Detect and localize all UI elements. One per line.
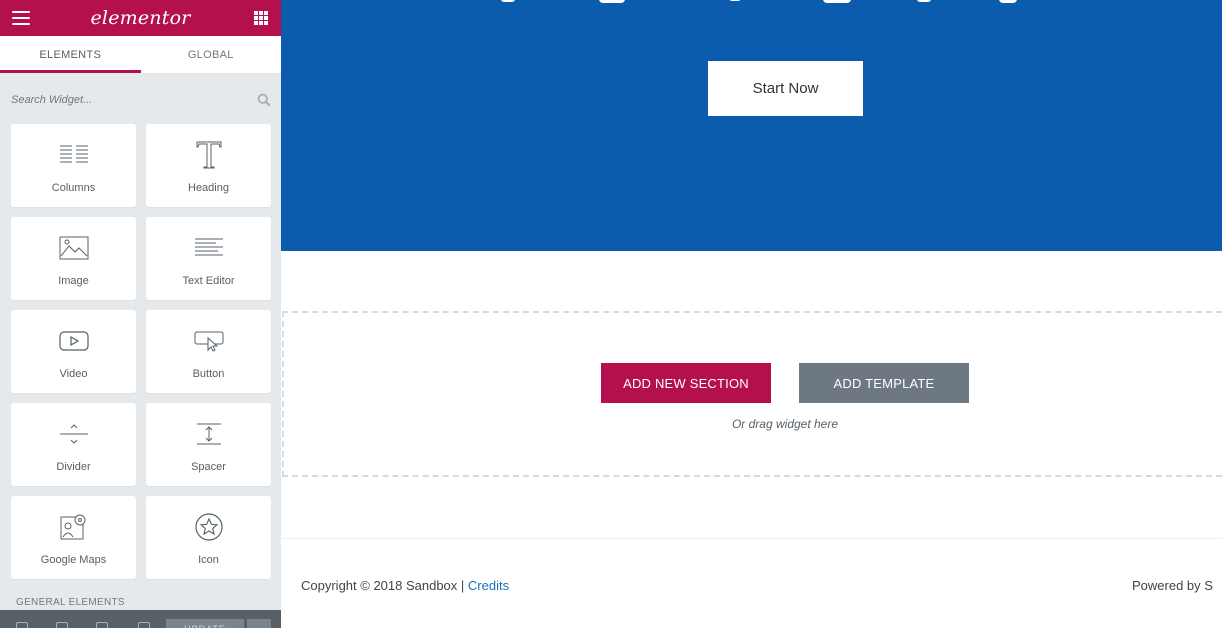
star-icon	[194, 513, 223, 541]
start-now-button[interactable]: Start Now	[708, 61, 863, 116]
copyright-text: Copyright © 2018 Sandbox |	[301, 578, 468, 593]
editor-root: elementor ELEMENTS GLOBAL Search Widget.…	[0, 0, 1222, 628]
panel-header: elementor	[0, 0, 281, 36]
widget-spacer[interactable]: Spacer	[146, 403, 271, 486]
widget-button[interactable]: Button	[146, 310, 271, 393]
columns-icon	[59, 145, 88, 163]
update-button[interactable]: UPDATE	[166, 619, 244, 628]
widget-label: Divider	[56, 461, 91, 473]
drag-widget-hint: Or drag widget here	[731, 417, 839, 431]
text-editor-icon	[194, 238, 223, 256]
category-title: GENERAL ELEMENTS	[16, 597, 125, 608]
widget-icon[interactable]: Icon	[146, 496, 271, 579]
widgets-grid-icon[interactable]	[254, 11, 268, 25]
elementor-panel: elementor ELEMENTS GLOBAL Search Widget.…	[0, 0, 281, 628]
widget-label: Columns	[51, 182, 96, 194]
widget-image[interactable]: Image	[11, 217, 136, 300]
footer-divider	[281, 538, 1222, 539]
navigator-icon[interactable]	[56, 622, 68, 628]
elementor-logo: elementor	[90, 7, 191, 29]
divider-icon	[59, 424, 88, 444]
widget-google-maps[interactable]: Google Maps	[11, 496, 136, 579]
widget-label: Video	[59, 368, 88, 380]
widget-label: Button	[192, 368, 225, 380]
widget-video[interactable]: Video	[11, 310, 136, 393]
search-input[interactable]	[10, 87, 271, 113]
footer-copyright: Copyright © 2018 Sandbox | Credits	[301, 578, 509, 593]
widget-heading[interactable]: Heading	[146, 124, 271, 207]
footer-powered-by: Powered by S	[1132, 578, 1213, 593]
cropped-heading-text	[501, 0, 1017, 3]
search-icon[interactable]	[257, 93, 271, 107]
menu-icon[interactable]	[12, 11, 30, 25]
widget-label: Heading	[188, 182, 229, 194]
add-template-button[interactable]: ADD TEMPLATE	[799, 363, 969, 403]
widget-columns[interactable]: Columns	[11, 124, 136, 207]
history-icon[interactable]	[96, 622, 108, 628]
google-maps-icon	[60, 514, 85, 540]
video-icon	[58, 331, 89, 351]
widget-text-editor[interactable]: Text Editor	[146, 217, 271, 300]
widget-label: Google Maps	[40, 554, 107, 566]
widget-grid: Columns Heading Image Text Editor Video …	[11, 124, 271, 579]
preview-icon[interactable]	[138, 622, 150, 628]
panel-tabs: ELEMENTS GLOBAL	[0, 36, 281, 73]
widget-label: Image	[58, 275, 89, 287]
tab-elements[interactable]: ELEMENTS	[0, 36, 141, 73]
panel-footer: UPDATE	[0, 610, 281, 628]
add-new-section-button[interactable]: ADD NEW SECTION	[601, 363, 771, 403]
save-options-button[interactable]	[247, 619, 271, 628]
widget-label: Icon	[198, 554, 219, 566]
credits-link[interactable]: Credits	[468, 578, 509, 593]
button-icon	[194, 331, 223, 352]
hero-section[interactable]: Start Now	[281, 0, 1222, 251]
widget-divider[interactable]: Divider	[11, 403, 136, 486]
heading-icon	[196, 141, 221, 169]
image-icon	[59, 236, 88, 260]
widget-label: Text Editor	[182, 275, 235, 287]
preview-canvas: Start Now ADD NEW SECTION ADD TEMPLATE O…	[281, 0, 1222, 628]
widget-search	[0, 73, 281, 127]
settings-icon[interactable]	[16, 622, 28, 628]
widget-label: Spacer	[191, 461, 226, 473]
tab-global[interactable]: GLOBAL	[141, 36, 282, 73]
spacer-icon	[196, 423, 221, 445]
